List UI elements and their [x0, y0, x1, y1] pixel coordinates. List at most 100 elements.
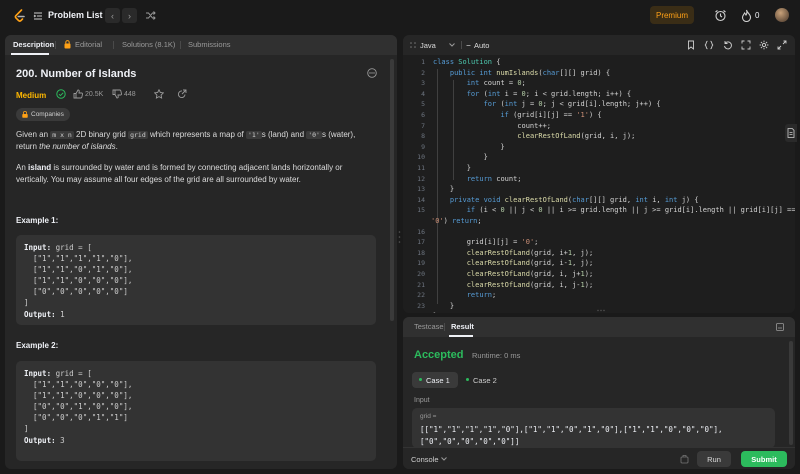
thumbs-down-icon[interactable]: [112, 89, 122, 99]
example-2-title: Example 2:: [16, 341, 59, 350]
desc-text: Given an: [16, 130, 51, 139]
run-button[interactable]: Run: [697, 451, 731, 467]
gear-icon[interactable]: [759, 40, 769, 50]
example-line: ["0","0","1","0","0"],: [24, 402, 133, 411]
tab-submissions[interactable]: Submissions: [188, 40, 231, 49]
line-number: 21: [417, 280, 425, 289]
tab-description[interactable]: Description: [13, 40, 54, 49]
code-line: for (int i = 0; i < grid.length; i++) {: [466, 89, 632, 98]
solved-check-icon: [56, 89, 66, 99]
line-number: 1: [421, 58, 425, 66]
line-number: 5: [421, 100, 425, 109]
premium-button[interactable]: Premium: [650, 6, 694, 24]
line-number: 23: [417, 301, 425, 310]
desc-text: .: [115, 142, 118, 151]
cloud-save-icon[interactable]: [680, 454, 689, 464]
tab-editorial[interactable]: Editorial: [75, 40, 102, 49]
inline-code: '0': [306, 131, 322, 139]
example-line: ["0","0","0","0","0"]: [24, 287, 128, 296]
inline-code: m x n: [50, 131, 74, 139]
example-line: Input: grid = [: [24, 369, 92, 378]
desc-text: 2D binary grid: [73, 130, 129, 139]
line-number: 19: [417, 259, 425, 268]
console-bar: Console Run Submit: [403, 447, 795, 469]
tab-solutions[interactable]: Solutions (8.1K): [122, 40, 175, 49]
submit-button[interactable]: Submit: [741, 451, 787, 467]
companies-tag[interactable]: Companies: [16, 108, 70, 121]
case-label: Case 2: [473, 375, 497, 385]
horizontal-resize-handle[interactable]: [596, 309, 606, 312]
chevron-left-icon: ‹: [111, 10, 114, 21]
likes-count: 20.5K: [85, 91, 104, 98]
expand-icon[interactable]: [777, 40, 787, 50]
drag-grip-icon[interactable]: [409, 41, 417, 49]
flame-icon[interactable]: [741, 9, 752, 22]
fullscreen-icon[interactable]: [741, 40, 751, 50]
more-options-icon[interactable]: [367, 68, 377, 78]
braces-icon[interactable]: [704, 40, 714, 50]
case-label: Case 1: [426, 375, 450, 385]
vertical-resize-handle[interactable]: [398, 230, 401, 244]
prev-problem-button[interactable]: ‹: [105, 8, 120, 23]
line-number: 14: [417, 195, 425, 204]
code-line: clearRestOfLand(grid, i+1, j);: [466, 248, 594, 257]
chevron-down-icon[interactable]: [449, 43, 455, 47]
inline-code: grid: [128, 131, 148, 139]
list-icon[interactable]: [33, 11, 43, 21]
desc-text: which represents a map of: [147, 130, 247, 139]
code-line: }: [433, 185, 455, 194]
language-select[interactable]: Java: [420, 41, 436, 50]
description-scrollbar[interactable]: [390, 59, 394, 321]
tab-separator: [55, 41, 56, 49]
bookmark-icon[interactable]: [686, 40, 696, 50]
alarm-clock-icon[interactable]: [714, 9, 727, 22]
page-title: 200. Number of Islands: [16, 68, 137, 80]
variable-label: grid =: [420, 413, 437, 420]
case-2-tab[interactable]: Case 2: [459, 372, 505, 388]
reset-icon[interactable]: [723, 40, 733, 50]
example-code: grid = [: [55, 243, 92, 252]
line-number: 7: [421, 121, 425, 130]
code-line: return;: [466, 291, 497, 300]
passed-dot-icon: [419, 378, 422, 381]
example-line: ["1","1","0","1","0"],: [24, 265, 133, 274]
thumbs-up-icon[interactable]: [73, 89, 83, 99]
result-scrollbar[interactable]: [789, 341, 793, 445]
shuffle-icon[interactable]: [145, 10, 156, 21]
example-line: ["1","1","0","0","0"],: [24, 391, 133, 400]
minimize-panel-icon[interactable]: [776, 323, 784, 331]
line-number: 12: [417, 174, 425, 183]
description-panel: Description Editorial Solutions (8.1K) S…: [5, 35, 397, 469]
chevron-down-icon[interactable]: [441, 457, 447, 461]
avatar[interactable]: [775, 8, 789, 22]
next-problem-button[interactable]: ›: [122, 8, 137, 23]
example-line: Output: 1: [24, 310, 65, 319]
example-line: ["1","1","0","0","0"],: [24, 276, 133, 285]
line-number: 20: [417, 270, 425, 278]
tab-separator: [113, 41, 114, 49]
console-toggle[interactable]: Console: [411, 455, 439, 464]
code-line: private void clearRestOfLand(char[][] gr…: [449, 195, 699, 204]
notes-icon: [787, 128, 795, 138]
problem-description-2: An island is surrounded by water and is …: [16, 162, 372, 186]
code-line: if (i < 0 || j < 0 || i >= grid.length |…: [466, 206, 795, 215]
line-number: 13: [417, 185, 425, 194]
desc-text: An: [16, 163, 29, 172]
star-icon[interactable]: [154, 89, 164, 99]
side-dock-tab[interactable]: [785, 124, 797, 142]
leetcode-logo-icon[interactable]: [13, 9, 27, 23]
line-number: 15: [417, 206, 425, 215]
tab-testcase[interactable]: Testcase: [414, 322, 444, 331]
line-number: 6: [421, 111, 425, 119]
problem-list-link[interactable]: Problem List: [48, 10, 103, 20]
share-icon[interactable]: [177, 89, 187, 99]
result-tabbar: Testcase Result: [403, 317, 795, 337]
desc-text: s (land) and: [261, 130, 307, 139]
bullet-icon: [466, 45, 471, 46]
companies-label: Companies: [31, 111, 64, 118]
tab-result[interactable]: Result: [451, 322, 474, 331]
testcase-input-value: [["1","1","1","1","0"],["1","1","0","1",…: [420, 425, 723, 434]
auto-mode-toggle[interactable]: Auto: [474, 41, 489, 50]
case-1-tab[interactable]: Case 1: [412, 372, 458, 388]
code-line: class Solution {: [433, 58, 501, 66]
